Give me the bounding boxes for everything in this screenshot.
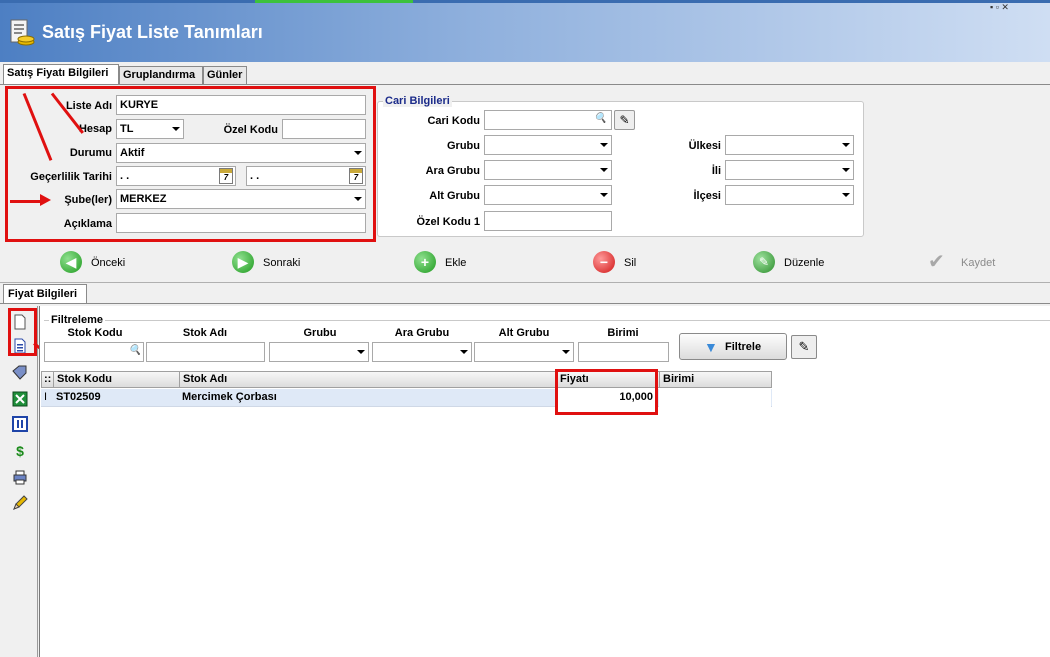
column-stok-kodu[interactable]: Stok Kodu <box>54 372 180 388</box>
column-birimi[interactable]: Birimi <box>660 372 772 388</box>
filtrele-label: Filtrele <box>725 341 762 353</box>
chevron-down-icon <box>562 350 570 354</box>
filter-alt-grubu-label: Alt Grubu <box>498 327 550 339</box>
sonraki-button[interactable]: ▶ Sonraki <box>232 251 312 275</box>
annotation-arrow-line <box>10 200 42 203</box>
cari-grubu-label: Grubu <box>447 140 480 152</box>
cell-stok-kodu[interactable]: ST02509 <box>53 389 179 407</box>
chevron-down-icon <box>842 168 850 172</box>
ulkesi-select[interactable] <box>725 135 854 155</box>
cari-alt-grubu-select[interactable] <box>484 185 612 205</box>
cell-birimi[interactable] <box>659 389 771 407</box>
sil-button[interactable]: − Sil <box>593 251 643 275</box>
annotation-arrowhead <box>40 194 51 206</box>
lookup-icon[interactable]: 🔍 <box>129 345 141 356</box>
pencil-icon[interactable] <box>12 495 28 511</box>
duzenle-label: Düzenle <box>784 257 825 269</box>
window-title: Satış Fiyat Liste Tanımları <box>42 22 263 42</box>
filter-stok-kodu-input[interactable]: 🔍 <box>44 342 144 362</box>
chevron-down-icon <box>600 168 608 172</box>
cari-kodu-input[interactable]: 🔍 <box>484 110 612 130</box>
cari-grubu-select[interactable] <box>484 135 612 155</box>
grid-row-indicator-header: :: <box>42 372 54 388</box>
ekle-button[interactable]: + Ekle <box>414 251 474 275</box>
row-cursor-icon: I <box>44 391 48 403</box>
filter-birimi-label: Birimi <box>607 327 639 339</box>
cari-bilgileri-title: Cari Bilgileri <box>383 95 452 107</box>
chevron-down-icon <box>842 143 850 147</box>
tab-gunler[interactable]: Günler <box>203 66 247 84</box>
kaydet-label: Kaydet <box>961 257 996 269</box>
tab-divider <box>0 84 1050 85</box>
dollar-icon[interactable]: $ <box>12 443 28 459</box>
checkmark-icon: ✔ <box>928 251 945 273</box>
kaydet-button[interactable]: ✔ Kaydet <box>928 251 1008 275</box>
app-icon <box>8 18 36 48</box>
onceki-label: Önceki <box>91 257 126 269</box>
filter-stok-adi-label: Stok Adı <box>182 327 228 339</box>
ili-select[interactable] <box>725 160 854 180</box>
separator <box>0 282 1050 283</box>
annotation-box-fiyati <box>555 369 658 415</box>
lookup-icon[interactable]: 🔍 <box>594 113 608 127</box>
ilcesi-select[interactable] <box>725 185 854 205</box>
window-controls[interactable]: ▪ ▫ ✕ <box>990 2 1009 13</box>
filter-stok-kodu-label: Stok Kodu <box>67 327 123 339</box>
duzenle-button[interactable]: ✎ Düzenle <box>753 251 833 275</box>
plus-icon: + <box>414 251 436 273</box>
cari-ozel-kodu-1-label: Özel Kodu 1 <box>416 216 480 228</box>
annotation-box-form <box>5 86 376 242</box>
chevron-down-icon <box>600 143 608 147</box>
ili-label: İli <box>711 165 721 177</box>
chevron-down-icon <box>357 350 365 354</box>
chevron-down-icon <box>600 193 608 197</box>
cari-ozel-kodu-1-input[interactable] <box>484 211 612 231</box>
filter-alt-grubu-select[interactable] <box>474 342 574 362</box>
filter-stok-adi-input[interactable] <box>146 342 265 362</box>
tag-icon[interactable] <box>12 365 28 381</box>
clear-filter-pencil-button[interactable]: ✎ <box>791 335 817 359</box>
arrow-left-icon: ◀ <box>60 251 82 273</box>
edit-pencil-button[interactable]: ✎ <box>614 110 635 130</box>
table-row[interactable]: I ST02509 Mercimek Çorbası 10,000 <box>41 389 772 407</box>
grid-header: :: Stok Kodu Stok Adı Fiyatı Birimi <box>41 371 772 388</box>
sonraki-label: Sonraki <box>263 257 301 269</box>
filter-funnel-icon: ▼ <box>704 339 718 355</box>
filter-grubu-select[interactable] <box>269 342 369 362</box>
ilcesi-label: İlçesi <box>693 190 721 202</box>
tab-gruplandirma[interactable]: Gruplandırma <box>119 66 203 84</box>
ekle-label: Ekle <box>445 257 467 269</box>
pause-icon[interactable] <box>12 416 28 432</box>
filtrele-button[interactable]: ▼ Filtrele <box>679 333 787 360</box>
filter-grubu-label: Grubu <box>303 327 337 339</box>
printer-icon[interactable] <box>12 469 28 485</box>
filter-birimi-input[interactable] <box>578 342 669 362</box>
column-stok-adi[interactable]: Stok Adı <box>180 372 557 388</box>
excel-icon[interactable] <box>12 391 28 407</box>
filter-ara-grubu-label: Ara Grubu <box>394 327 450 339</box>
taskbar-indicator <box>255 0 413 3</box>
onceki-button[interactable]: ◀ Önceki <box>60 251 140 275</box>
minus-icon: − <box>593 251 615 273</box>
tab-fiyat-bilgileri[interactable]: Fiyat Bilgileri <box>3 284 87 304</box>
annotation-box-side-icons <box>8 308 37 356</box>
tab-divider <box>0 303 1050 304</box>
filter-title: Filtreleme <box>49 314 105 326</box>
tab-satis-fiyati-bilgileri[interactable]: Satış Fiyatı Bilgileri <box>3 64 119 84</box>
chevron-down-icon <box>842 193 850 197</box>
cari-kodu-label: Cari Kodu <box>427 115 480 127</box>
cari-ara-grubu-label: Ara Grubu <box>425 165 480 177</box>
ulkesi-label: Ülkesi <box>688 140 721 152</box>
cari-alt-grubu-label: Alt Grubu <box>429 190 480 202</box>
chevron-down-icon <box>460 350 468 354</box>
sil-label: Sil <box>624 257 637 269</box>
cari-ara-grubu-select[interactable] <box>484 160 612 180</box>
cell-stok-adi[interactable]: Mercimek Çorbası <box>179 389 556 407</box>
filter-ara-grubu-select[interactable] <box>372 342 472 362</box>
arrow-right-icon: ▶ <box>232 251 254 273</box>
edit-document-icon: ✎ <box>753 251 775 273</box>
